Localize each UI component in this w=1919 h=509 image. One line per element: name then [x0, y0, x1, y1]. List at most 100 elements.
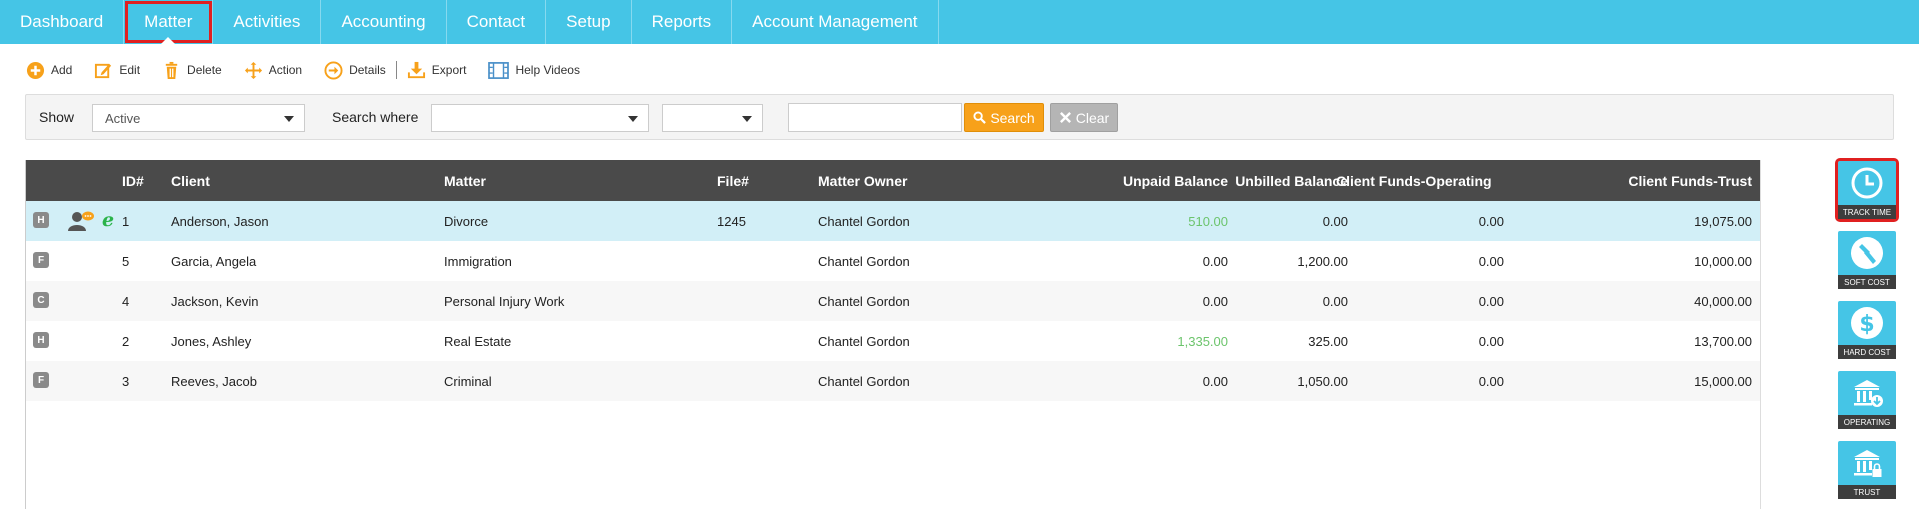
edit-icon: [95, 63, 112, 78]
operating-button[interactable]: OPERATING: [1838, 371, 1896, 429]
cell-trust: 40,000.00: [1694, 293, 1752, 309]
help-videos-button[interactable]: Help Videos: [488, 61, 580, 80]
cell-id: 4: [122, 293, 130, 309]
track-time-label: TRACK TIME: [1838, 205, 1896, 219]
clear-button-label: Clear: [1075, 109, 1110, 126]
edit-label: Edit: [119, 63, 141, 77]
grid-header: ID# Client Matter File# Matter Owner Unp…: [26, 160, 1760, 201]
nav-contact[interactable]: Contact: [447, 0, 547, 44]
matter-grid: ID# Client Matter File# Matter Owner Unp…: [25, 160, 1761, 509]
nav-activities[interactable]: Activities: [213, 0, 322, 44]
table-row[interactable]: F 5 Garcia, Angela Immigration Chantel G…: [26, 241, 1760, 281]
col-client[interactable]: Client: [171, 160, 210, 201]
show-label: Show: [39, 109, 75, 125]
col-matter[interactable]: Matter: [444, 160, 486, 201]
bank-download-icon: [1854, 380, 1883, 407]
export-label: Export: [431, 63, 467, 77]
main-nav: Dashboard Matter Activities Accounting C…: [0, 0, 1919, 44]
cell-unpaid: 510.00: [1188, 213, 1228, 229]
col-unpaid[interactable]: Unpaid Balance: [1056, 160, 1228, 201]
search-where-select[interactable]: [431, 104, 649, 132]
search-button-label: Search: [990, 109, 1035, 126]
bank-lock-icon: [1854, 450, 1882, 477]
cell-client: Garcia, Angela: [171, 253, 257, 269]
track-time-button[interactable]: TRACK TIME: [1835, 158, 1899, 222]
search-input[interactable]: [788, 103, 962, 132]
trust-button[interactable]: TRUST: [1838, 441, 1896, 499]
cell-trust: 13,700.00: [1694, 333, 1752, 349]
col-owner[interactable]: Matter Owner: [818, 160, 907, 201]
help-videos-label: Help Videos: [515, 63, 580, 77]
cell-matter: Divorce: [444, 213, 489, 229]
table-row[interactable]: H 2 Jones, Ashley Real Estate Chantel Go…: [26, 321, 1760, 361]
cell-owner: Chantel Gordon: [818, 293, 910, 309]
action-label: Action: [268, 63, 303, 77]
email-link-icon[interactable]: e: [102, 209, 116, 231]
cell-operating: 0.00: [1478, 333, 1504, 349]
cell-unbilled: 325.00: [1308, 333, 1348, 349]
cell-operating: 0.00: [1478, 253, 1504, 269]
add-label: Add: [51, 63, 73, 77]
cell-client: Jones, Ashley: [171, 333, 252, 349]
operator-select[interactable]: [662, 104, 763, 132]
nav-dashboard[interactable]: Dashboard: [0, 0, 125, 44]
table-row[interactable]: H e 1 Anderson, Jason Divorce 1245 Chant…: [26, 201, 1760, 241]
cell-matter: Real Estate: [444, 333, 512, 349]
cell-unpaid: 0.00: [1202, 373, 1228, 389]
action-button[interactable]: Action: [244, 61, 302, 80]
cell-client: Anderson, Jason: [171, 213, 269, 229]
nav-matter[interactable]: Matter: [124, 0, 214, 44]
hard-cost-button[interactable]: $ HARD COST: [1838, 301, 1896, 359]
operating-label: OPERATING: [1838, 415, 1896, 429]
matter-type-badge: F: [33, 372, 49, 388]
show-select[interactable]: Active: [92, 104, 305, 132]
toolbar-divider: [395, 61, 397, 79]
matter-toolbar: Add Edit Delete Action Details Export He…: [26, 58, 602, 82]
add-button[interactable]: Add: [26, 61, 72, 80]
cell-file: 1245: [717, 213, 746, 229]
table-row[interactable]: C 4 Jackson, Kevin Personal Injury Work …: [26, 281, 1760, 321]
cell-id: 1: [122, 213, 130, 229]
nav-accounting[interactable]: Accounting: [321, 0, 447, 44]
col-trust[interactable]: Client Funds-Trust: [1546, 160, 1752, 201]
cell-client: Reeves, Jacob: [171, 373, 257, 389]
col-operating[interactable]: Client Funds-Operating: [1336, 160, 1492, 201]
filter-bar: Show Active Search where Search Clear: [25, 94, 1894, 140]
col-file[interactable]: File#: [717, 160, 749, 201]
nav-reports[interactable]: Reports: [632, 0, 733, 44]
soft-cost-button[interactable]: SOFT COST: [1838, 231, 1896, 289]
close-icon: [1059, 112, 1071, 123]
clock-icon: [1851, 167, 1883, 199]
cell-owner: Chantel Gordon: [818, 373, 910, 389]
client-portal-icon[interactable]: [68, 210, 94, 232]
search-button[interactable]: Search: [964, 103, 1044, 132]
col-id[interactable]: ID#: [122, 160, 144, 201]
nav-setup[interactable]: Setup: [546, 0, 632, 44]
chevron-down-icon: [628, 116, 638, 122]
edit-button[interactable]: Edit: [94, 61, 140, 80]
cell-operating: 0.00: [1478, 293, 1504, 309]
details-button[interactable]: Details: [324, 60, 386, 80]
show-select-value: Active: [105, 111, 141, 126]
move-icon: [244, 61, 262, 79]
table-row[interactable]: F 3 Reeves, Jacob Criminal Chantel Gordo…: [26, 361, 1760, 401]
nav-account-management[interactable]: Account Management: [732, 0, 939, 44]
hard-cost-label: HARD COST: [1838, 345, 1896, 359]
matter-type-badge: H: [33, 332, 49, 348]
export-button[interactable]: Export: [407, 61, 467, 80]
chevron-down-icon: [284, 116, 294, 122]
matter-type-badge: C: [33, 292, 49, 308]
gavel-icon: [1851, 237, 1883, 269]
cell-id: 3: [122, 373, 130, 389]
cell-matter: Immigration: [444, 253, 512, 269]
chevron-down-icon: [742, 116, 752, 122]
matter-type-badge: F: [33, 252, 49, 268]
delete-button[interactable]: Delete: [162, 61, 222, 80]
cell-client: Jackson, Kevin: [171, 293, 259, 309]
clear-button[interactable]: Clear: [1050, 103, 1118, 132]
col-unbilled[interactable]: Unbilled Balance: [1216, 160, 1348, 201]
cell-trust: 15,000.00: [1694, 373, 1752, 389]
cell-operating: 0.00: [1478, 213, 1504, 229]
add-icon: [26, 61, 45, 79]
cell-unbilled: 1,200.00: [1297, 253, 1348, 269]
